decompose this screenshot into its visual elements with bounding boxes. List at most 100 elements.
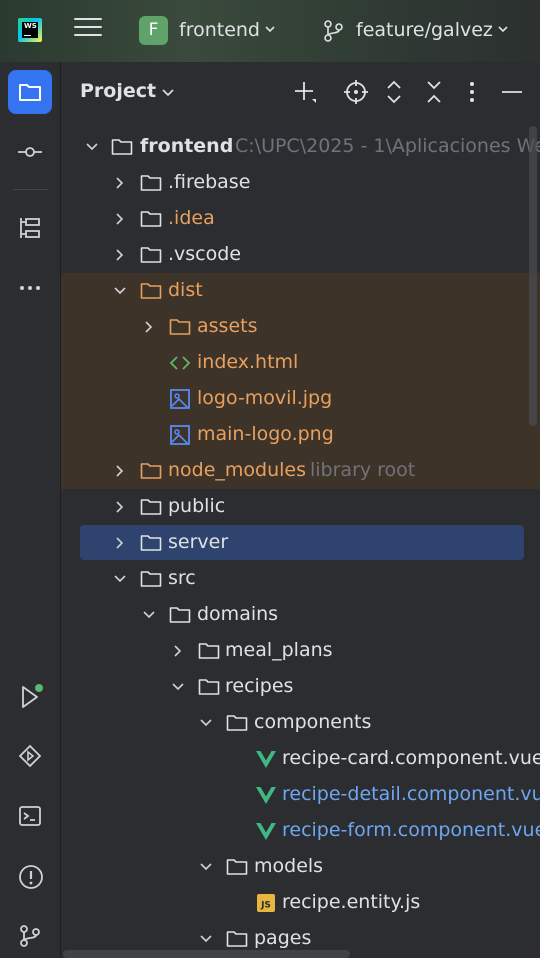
tree-row-components[interactable]: components bbox=[61, 705, 540, 741]
folder-icon bbox=[140, 175, 162, 191]
tree-item-label: frontend bbox=[140, 135, 234, 157]
tree-row-recipe-card[interactable]: recipe-card.component.vue bbox=[61, 741, 540, 777]
services-tool-button[interactable] bbox=[8, 734, 52, 778]
chevron-right-icon[interactable] bbox=[142, 320, 156, 334]
tree-item-label: domains bbox=[197, 603, 279, 625]
services-icon bbox=[18, 744, 42, 768]
tree-item-label: node_modules bbox=[168, 459, 307, 481]
project-tool-button[interactable] bbox=[8, 70, 52, 114]
folder-icon bbox=[169, 607, 191, 623]
commit-tool-button[interactable] bbox=[8, 130, 52, 174]
tree-item-label: recipe.entity.js bbox=[282, 891, 421, 913]
tree-row-assets[interactable]: assets bbox=[61, 309, 540, 345]
chevron-down-icon[interactable] bbox=[113, 572, 127, 586]
tree-row-recipe-entity[interactable]: JS recipe.entity.js bbox=[61, 885, 540, 921]
tree-item-label: meal_plans bbox=[225, 639, 333, 661]
structure-icon bbox=[20, 218, 40, 238]
expand-all-icon[interactable] bbox=[384, 80, 404, 104]
chevron-right-icon[interactable] bbox=[113, 248, 127, 262]
vue-file-icon bbox=[256, 823, 276, 840]
tree-row-models[interactable]: models bbox=[61, 849, 540, 885]
tree-item-label: pages bbox=[254, 927, 312, 949]
chevron-down-icon[interactable] bbox=[171, 680, 185, 694]
chevron-down-icon[interactable] bbox=[498, 24, 508, 34]
panel-title[interactable]: Project bbox=[80, 80, 156, 102]
branch-icon[interactable] bbox=[322, 19, 346, 43]
chevron-down-icon[interactable] bbox=[161, 87, 175, 99]
library-root-hint: library root bbox=[310, 459, 416, 481]
folder-icon bbox=[198, 643, 220, 659]
collapse-all-icon[interactable] bbox=[424, 80, 444, 104]
problems-tool-button[interactable] bbox=[8, 854, 52, 898]
chevron-right-icon[interactable] bbox=[113, 212, 127, 226]
project-panel: Project frontend C:\UPC\2025 - 1\Aplicac… bbox=[61, 62, 540, 958]
run-icon bbox=[22, 684, 43, 708]
chevron-right-icon[interactable] bbox=[171, 644, 185, 658]
chevron-right-icon[interactable] bbox=[113, 464, 127, 478]
tree-item-label: recipes bbox=[225, 675, 294, 697]
tree-item-label: src bbox=[168, 567, 196, 589]
logo-text: WS bbox=[24, 22, 37, 30]
folder-icon bbox=[226, 715, 248, 731]
chevron-right-icon[interactable] bbox=[113, 536, 127, 550]
project-name[interactable]: frontend bbox=[179, 19, 260, 41]
tree-row-main-logo[interactable]: main-logo.png bbox=[61, 417, 540, 453]
tree-row-index-html[interactable]: index.html bbox=[61, 345, 540, 381]
hide-icon[interactable] bbox=[501, 80, 523, 104]
project-badge[interactable]: F bbox=[139, 16, 168, 45]
tree-row-frontend[interactable]: frontend C:\UPC\2025 - 1\Aplicaciones We bbox=[61, 129, 540, 165]
folder-icon bbox=[111, 139, 133, 155]
tree-row-src[interactable]: src bbox=[61, 561, 540, 597]
chevron-right-icon[interactable] bbox=[113, 176, 127, 190]
tree-row-vscode[interactable]: .vscode bbox=[61, 237, 540, 273]
vertical-scrollbar[interactable] bbox=[529, 126, 537, 426]
folder-icon bbox=[198, 679, 220, 695]
folder-excluded-icon bbox=[140, 463, 162, 479]
tree-row-recipes[interactable]: recipes bbox=[61, 669, 540, 705]
tree-row-idea[interactable]: .idea bbox=[61, 201, 540, 237]
tree-item-label: .firebase bbox=[168, 171, 251, 193]
chevron-down-icon[interactable] bbox=[85, 140, 99, 154]
project-path: C:\UPC\2025 - 1\Aplicaciones We bbox=[235, 135, 540, 157]
folder-icon bbox=[140, 211, 162, 227]
tree-row-public[interactable]: public bbox=[61, 489, 540, 525]
tree-row-domains[interactable]: domains bbox=[61, 597, 540, 633]
terminal-icon bbox=[19, 806, 41, 826]
chevron-down-icon[interactable] bbox=[265, 24, 275, 34]
chevron-down-icon[interactable] bbox=[113, 284, 127, 298]
git-tool-button[interactable] bbox=[8, 914, 52, 958]
tree-row-recipe-form[interactable]: recipe-form.component.vue bbox=[61, 813, 540, 849]
folder-icon bbox=[140, 535, 162, 551]
chevron-down-icon[interactable] bbox=[142, 608, 156, 622]
tree-item-label: models bbox=[254, 855, 324, 877]
javascript-file-icon: JS bbox=[257, 894, 275, 912]
chevron-right-icon[interactable] bbox=[113, 500, 127, 514]
structure-tool-button[interactable] bbox=[8, 206, 52, 250]
tree-row-logo-movil[interactable]: logo-movil.jpg bbox=[61, 381, 540, 417]
options-icon[interactable] bbox=[464, 80, 480, 104]
chevron-down-icon[interactable] bbox=[199, 860, 213, 874]
chevron-down-icon[interactable] bbox=[199, 932, 213, 946]
tree-row-node-modules[interactable]: node_modules library root bbox=[61, 453, 540, 489]
chevron-down-icon[interactable] bbox=[199, 716, 213, 730]
branch-name[interactable]: feature/galvez bbox=[356, 19, 493, 41]
tree-row-recipe-detail[interactable]: recipe-detail.component.vue bbox=[61, 777, 540, 813]
run-tool-button[interactable] bbox=[8, 674, 52, 718]
main-menu-icon[interactable] bbox=[74, 18, 102, 44]
tree-item-label: recipe-detail.component.vue bbox=[282, 783, 540, 805]
horizontal-scrollbar[interactable] bbox=[63, 950, 350, 958]
more-tools-button[interactable] bbox=[8, 266, 52, 310]
terminal-tool-button[interactable] bbox=[8, 794, 52, 838]
webstorm-logo-icon[interactable]: WS bbox=[18, 18, 42, 42]
html-file-icon bbox=[169, 356, 191, 370]
git-branch-icon bbox=[20, 925, 40, 947]
tree-item-label: assets bbox=[197, 315, 258, 337]
tree-row-server[interactable]: server bbox=[61, 525, 540, 561]
more-horizontal-icon bbox=[20, 286, 40, 290]
add-icon[interactable] bbox=[293, 80, 317, 104]
locate-icon[interactable] bbox=[344, 80, 368, 104]
tree-row-meal-plans[interactable]: meal_plans bbox=[61, 633, 540, 669]
tool-window-strip bbox=[0, 62, 61, 958]
tree-row-firebase[interactable]: .firebase bbox=[61, 165, 540, 201]
tree-row-dist[interactable]: dist bbox=[61, 273, 540, 309]
